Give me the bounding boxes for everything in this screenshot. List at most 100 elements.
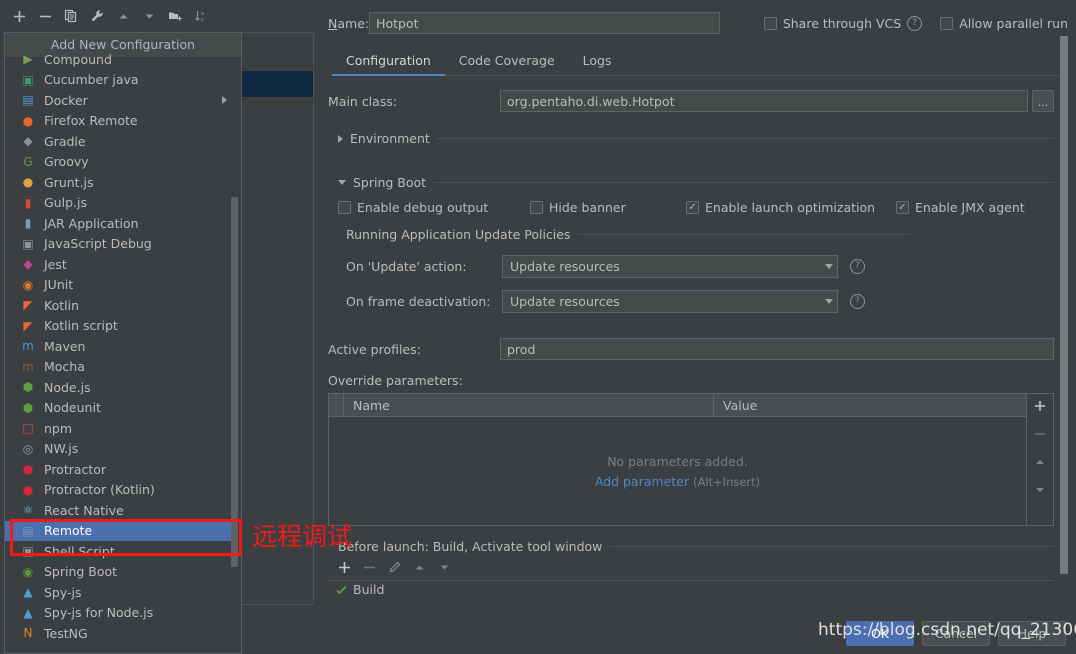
browse-main-class-button[interactable]: ...: [1032, 90, 1054, 112]
popup-item-kotlin[interactable]: ◤ Kotlin: [5, 295, 241, 316]
popup-item-javascript-debug[interactable]: ▣ JavaScript Debug: [5, 234, 241, 255]
allow-parallel-checkbox-box[interactable]: [940, 16, 954, 30]
configuration-name-input[interactable]: [369, 12, 720, 34]
popup-item-gradle[interactable]: ◆ Gradle: [5, 131, 241, 152]
configuration-type-list[interactable]: ▶ Compound ▣ Cucumber java ▤ Docker ● Firefox R…: [5, 49, 241, 644]
table-header-name[interactable]: Name: [344, 394, 714, 416]
configuration-tabs[interactable]: Configuration Code Coverage Logs: [332, 46, 1068, 76]
before-launch-remove-icon[interactable]: [363, 561, 376, 574]
popup-item-node-js[interactable]: ⬢ Node.js: [5, 377, 241, 398]
popup-item-react-native[interactable]: ⚛ React Native: [5, 500, 241, 521]
enable-debug-output-box[interactable]: [338, 201, 351, 214]
enable-launch-optimization-box[interactable]: ✓: [686, 201, 699, 214]
add-icon[interactable]: [6, 3, 32, 29]
spring-boot-section-header[interactable]: Spring Boot: [338, 175, 1054, 190]
popup-scrollbar-track[interactable]: [231, 57, 240, 652]
popup-item-grunt-js[interactable]: ● Grunt.js: [5, 172, 241, 193]
popup-item-jest[interactable]: ◆ Jest: [5, 254, 241, 275]
popup-item-maven[interactable]: m Maven: [5, 336, 241, 357]
popup-item-spy-js[interactable]: ▲ Spy-js: [5, 582, 241, 603]
popup-item-shell-script[interactable]: ▣ Shell Script: [5, 541, 241, 562]
enable-debug-output-checkbox[interactable]: Enable debug output: [338, 200, 530, 215]
popup-item-npm[interactable]: □ npm: [5, 418, 241, 439]
update-action-combo[interactable]: Update resources: [502, 255, 838, 278]
cucumber-java-icon: ▣: [22, 72, 34, 87]
move-up-icon[interactable]: [110, 3, 136, 29]
help-button[interactable]: Help: [998, 621, 1066, 646]
share-vcs-help-icon[interactable]: ?: [907, 15, 923, 31]
new-folder-icon[interactable]: [162, 3, 188, 29]
popup-item-compound[interactable]: ▶ Compound: [5, 49, 241, 70]
enable-debug-output-label: Enable debug output: [357, 200, 489, 215]
chevron-down-icon[interactable]: [825, 299, 833, 304]
popup-item-cucumber-java[interactable]: ▣ Cucumber java: [5, 70, 241, 91]
tab-logs[interactable]: Logs: [569, 49, 626, 75]
spring-boot-section-title: Spring Boot: [353, 175, 427, 190]
share-vcs-checkbox-box[interactable]: [763, 16, 777, 30]
hide-banner-box[interactable]: [530, 201, 543, 214]
tab-code-coverage[interactable]: Code Coverage: [445, 49, 569, 75]
chevron-down-icon[interactable]: [825, 264, 833, 269]
popup-scrollbar-thumb[interactable]: [231, 197, 238, 567]
popup-item-nodeunit[interactable]: ⬢ Nodeunit: [5, 398, 241, 419]
chevron-down-icon[interactable]: [338, 180, 346, 185]
testng-icon: N: [23, 626, 33, 641]
add-parameter-link[interactable]: Add parameter: [595, 474, 689, 489]
popup-item-mocha[interactable]: m Mocha: [5, 357, 241, 378]
move-down-icon[interactable]: [136, 3, 162, 29]
svg-text:z: z: [201, 17, 204, 23]
enable-jmx-agent-box[interactable]: ✓: [896, 201, 909, 214]
popup-item-jar-application[interactable]: ▮ JAR Application: [5, 213, 241, 234]
popup-item-testng[interactable]: N TestNG: [5, 623, 241, 644]
add-new-configuration-popup[interactable]: Add New Configuration ▶ Compound ▣ Cucumber…: [4, 32, 242, 654]
table-move-up-icon[interactable]: [1030, 453, 1050, 471]
remove-icon[interactable]: [32, 3, 58, 29]
share-vcs-label: Share through VCS: [782, 15, 902, 31]
allow-parallel-run-checkbox[interactable]: Allow parallel run: [940, 16, 1068, 31]
share-through-vcs-checkbox[interactable]: Share through VCS ?: [763, 15, 923, 31]
environment-section-header[interactable]: Environment: [338, 131, 1054, 146]
table-header-value[interactable]: Value: [714, 394, 1026, 416]
popup-item-firefox-remote[interactable]: ● Firefox Remote: [5, 111, 241, 132]
before-launch-move-up-icon[interactable]: [413, 561, 426, 574]
copy-configuration-icon[interactable]: [58, 3, 84, 29]
popup-item-protractor-kotlin[interactable]: ● Protractor (Kotlin): [5, 480, 241, 501]
popup-item-docker[interactable]: ▤ Docker: [5, 90, 241, 111]
enable-launch-optimization-checkbox[interactable]: ✓ Enable launch optimization: [686, 200, 896, 215]
active-profiles-input[interactable]: [500, 338, 1054, 360]
popup-item-spring-boot[interactable]: ◉ Spring Boot: [5, 562, 241, 583]
tab-configuration[interactable]: Configuration: [332, 49, 445, 76]
table-remove-icon[interactable]: [1030, 425, 1050, 443]
before-launch-move-down-icon[interactable]: [438, 561, 451, 574]
frame-deactivation-combo[interactable]: Update resources: [502, 290, 838, 313]
hide-banner-checkbox[interactable]: Hide banner: [530, 200, 686, 215]
override-parameters-label: Override parameters:: [328, 373, 463, 388]
popup-item-nw-js[interactable]: ◎ NW.js: [5, 439, 241, 460]
popup-item-remote[interactable]: ▤ Remote: [5, 520, 241, 541]
main-class-input[interactable]: [500, 90, 1028, 112]
submenu-arrow-icon[interactable]: [222, 96, 227, 105]
ok-button[interactable]: OK: [846, 621, 914, 646]
enable-jmx-agent-checkbox[interactable]: ✓ Enable JMX agent: [896, 200, 1025, 215]
popup-item-junit[interactable]: ◉ JUnit: [5, 275, 241, 296]
popup-item-label: Gulp.js: [44, 195, 87, 211]
popup-item-kotlin-script[interactable]: ◤ Kotlin script: [5, 316, 241, 337]
popup-item-gulp-js[interactable]: ▮ Gulp.js: [5, 193, 241, 214]
before-launch-section-header: Before launch: Build, Activate tool wind…: [338, 539, 1054, 554]
chevron-right-icon[interactable]: [338, 134, 343, 143]
before-launch-edit-icon[interactable]: [388, 561, 401, 574]
popup-item-groovy[interactable]: G Groovy: [5, 152, 241, 173]
frame-deactivation-help-icon[interactable]: ?: [850, 294, 865, 309]
popup-item-protractor[interactable]: ● Protractor: [5, 459, 241, 480]
before-launch-task-list[interactable]: Build: [328, 580, 1054, 597]
update-action-help-icon[interactable]: ?: [850, 259, 865, 274]
table-add-icon[interactable]: [1030, 397, 1050, 415]
popup-item-spy-js-for-node-js[interactable]: ▲ Spy-js for Node.js: [5, 603, 241, 624]
form-scrollbar-thumb[interactable]: [1060, 36, 1068, 574]
edit-templates-wrench-icon[interactable]: [84, 3, 110, 29]
before-launch-add-icon[interactable]: [338, 561, 351, 574]
sort-configurations-icon[interactable]: a z: [188, 3, 214, 29]
cancel-button[interactable]: Cancel: [922, 621, 990, 646]
override-parameters-table[interactable]: Name Value No parameters added. Add para…: [328, 393, 1054, 526]
table-move-down-icon[interactable]: [1030, 481, 1050, 499]
